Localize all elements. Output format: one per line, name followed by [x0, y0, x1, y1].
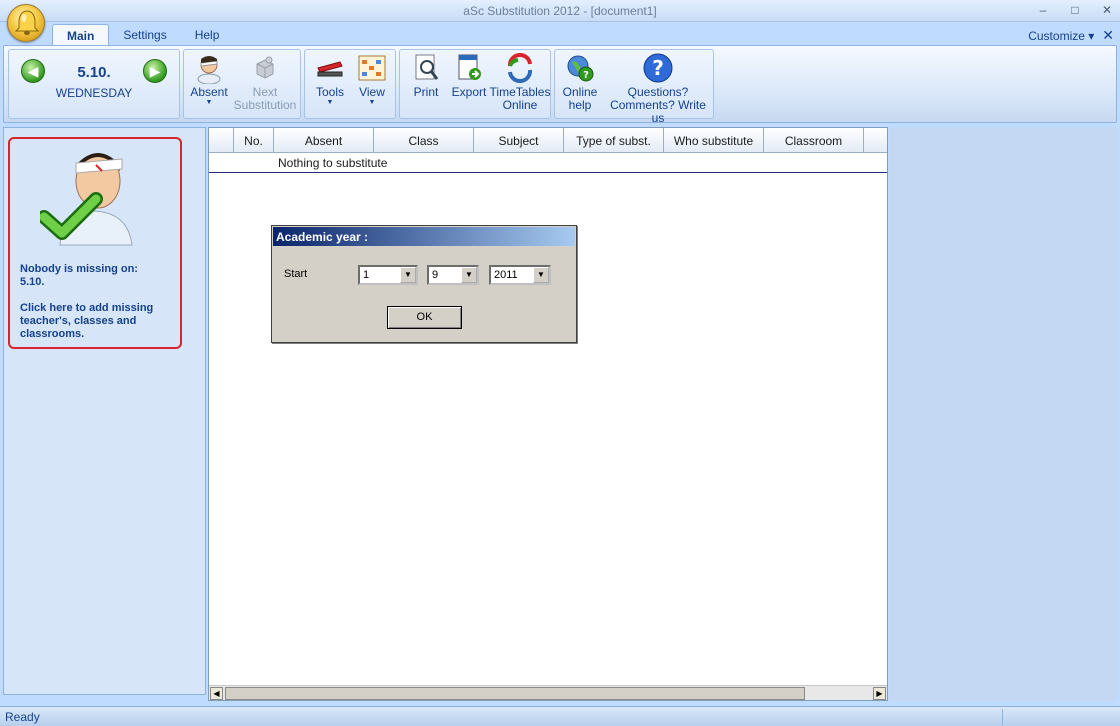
tools-dropdown-icon[interactable]: ▼ — [327, 99, 334, 107]
healthy-teacher-check-icon — [40, 153, 133, 246]
tab-main[interactable]: Main — [52, 24, 110, 46]
start-month-dropdown-icon[interactable]: ▼ — [461, 267, 477, 283]
ribbon: ◀ 5.10. WEDNESDAY ▶ Absent ▼ Next Substi… — [3, 45, 1117, 125]
col-selector[interactable] — [209, 128, 234, 153]
online-help-button[interactable]: ? Online help — [559, 52, 601, 112]
print-button[interactable]: Print — [406, 52, 446, 99]
window-title: aSc Substitution 2012 - [document1] — [463, 4, 657, 18]
start-day-dropdown-icon[interactable]: ▼ — [400, 267, 416, 283]
questions-button[interactable]: ? Questions? Comments? Write us — [603, 52, 713, 125]
substitution-grid: No. Absent Class Subject Type of subst. … — [208, 127, 888, 701]
export-button[interactable]: Export — [448, 52, 490, 99]
print-export-group: Print Export TimeTables Online — [399, 49, 551, 119]
view-label: View — [359, 85, 385, 99]
add-missing-link[interactable]: Click here to add missing teacher's, cla… — [20, 302, 180, 341]
start-year-value: 2011 — [494, 269, 518, 281]
grid-header: No. Absent Class Subject Type of subst. … — [209, 128, 887, 153]
help-group: ? Online help ? Questions? Comments? Wri… — [554, 49, 714, 125]
view-dropdown-icon[interactable]: ▼ — [369, 99, 376, 107]
ok-button[interactable]: OK — [387, 306, 462, 329]
stapler-icon — [317, 61, 343, 77]
next-substitution-button[interactable]: Next Substitution — [230, 52, 300, 112]
empty-message: Nothing to substitute — [209, 153, 887, 173]
missing-status-date: 5.10. — [20, 276, 45, 288]
svg-text:?: ? — [583, 70, 589, 81]
start-day-select[interactable]: 1 ▼ — [358, 265, 418, 285]
next-day-arrow-icon[interactable]: ▶ — [143, 59, 167, 83]
tab-help[interactable]: Help — [181, 24, 234, 46]
scroll-left-icon[interactable]: ◀ — [210, 687, 223, 700]
close-button[interactable]: ✕ — [1100, 3, 1114, 17]
tab-settings[interactable]: Settings — [109, 24, 180, 46]
title-bar: aSc Substitution 2012 - [document1] – □ … — [0, 0, 1120, 22]
horizontal-scrollbar[interactable]: ◀ ▶ — [209, 685, 887, 700]
globe-help-icon: ? — [567, 55, 594, 82]
print-label: Print — [413, 85, 439, 99]
col-type-of-subst[interactable]: Type of subst. — [564, 128, 664, 153]
status-panel — [1002, 709, 1112, 725]
maximize-button[interactable]: □ — [1068, 3, 1082, 17]
status-text: Ready — [5, 710, 40, 724]
app-bell-icon[interactable] — [7, 4, 45, 42]
col-who-substitute[interactable]: Who substitute — [664, 128, 764, 153]
svg-text:?: ? — [652, 56, 664, 80]
status-bar: Ready — [0, 706, 1120, 726]
minimize-button[interactable]: – — [1036, 3, 1050, 17]
start-year-select[interactable]: 2011 ▼ — [489, 265, 551, 285]
dialog-title: Academic year : — [273, 227, 575, 246]
scroll-right-icon[interactable]: ▶ — [873, 687, 886, 700]
scroll-thumb[interactable] — [225, 687, 805, 700]
export-icon — [458, 54, 481, 80]
academic-year-dialog: Academic year : Start 1 ▼ 9 ▼ 2011 ▼ OK — [271, 225, 577, 343]
tools-button[interactable]: Tools ▼ — [309, 52, 351, 107]
col-no[interactable]: No. — [234, 128, 274, 153]
customize-menu[interactable]: Customize ▾ — [1028, 29, 1094, 43]
left-panel: Nobody is missing on: 5.10. Click here t… — [3, 127, 206, 695]
add-missing-box[interactable]: Nobody is missing on: 5.10. Click here t… — [8, 137, 182, 349]
absent-button[interactable]: Absent ▼ — [188, 52, 230, 107]
absent-dropdown-icon[interactable]: ▼ — [206, 99, 213, 107]
col-classroom[interactable]: Classroom — [764, 128, 864, 153]
start-year-dropdown-icon[interactable]: ▼ — [533, 267, 549, 283]
online-help-label-line2: help — [568, 98, 592, 112]
start-month-value: 9 — [432, 269, 439, 281]
substitution-cube-icon — [256, 56, 274, 79]
timetable-grid-icon — [358, 55, 386, 81]
date-group: ◀ 5.10. WEDNESDAY ▶ — [8, 49, 180, 119]
col-class[interactable]: Class — [374, 128, 474, 153]
view-button[interactable]: View ▼ — [351, 52, 393, 107]
questions-label-line2: Comments? Write us — [610, 98, 706, 125]
start-label: Start — [284, 268, 308, 280]
print-preview-icon — [415, 54, 439, 80]
absent-group: Absent ▼ Next Substitution — [183, 49, 301, 119]
start-month-select[interactable]: 9 ▼ — [427, 265, 479, 285]
absent-label: Absent — [190, 85, 228, 99]
tools-view-group: Tools ▼ View ▼ — [304, 49, 396, 119]
col-extra[interactable] — [864, 128, 887, 153]
injured-teacher-icon — [197, 56, 221, 84]
col-absent[interactable]: Absent — [274, 128, 374, 153]
export-label: Export — [451, 85, 487, 99]
current-weekday: WEDNESDAY — [55, 86, 133, 100]
next-label-line2: Substitution — [233, 98, 297, 112]
timetables-label-line2: Online — [502, 98, 538, 112]
missing-status-text: Nobody is missing on: — [20, 263, 138, 275]
sync-arrows-icon — [507, 53, 533, 83]
start-day-value: 1 — [363, 269, 370, 281]
timetables-online-button[interactable]: TimeTables Online — [490, 52, 550, 112]
right-empty-area — [889, 127, 1117, 701]
tools-label: Tools — [315, 85, 344, 99]
question-mark-icon: ? — [643, 53, 673, 83]
col-subject[interactable]: Subject — [474, 128, 564, 153]
close-ribbon-icon[interactable]: ✕ — [1102, 27, 1114, 44]
